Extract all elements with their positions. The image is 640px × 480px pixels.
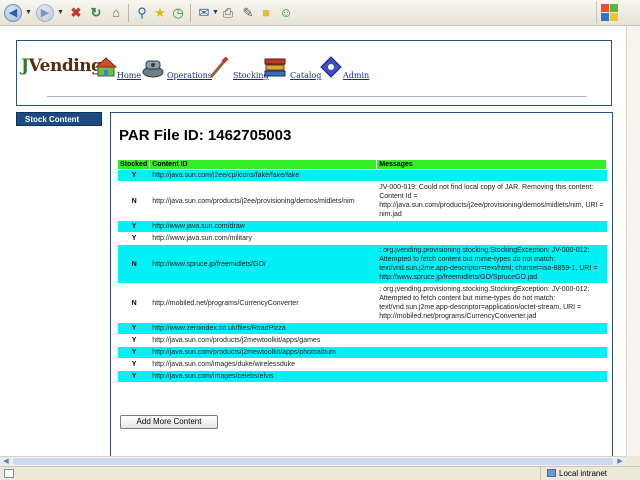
table-row: Y http://www.java.sun.com/military <box>118 233 607 244</box>
message-cell <box>377 347 607 358</box>
scroll-right-icon[interactable]: ▶ <box>614 457 626 466</box>
page-viewport: JVending Home Operations Stocking Catalo… <box>0 26 626 456</box>
horizontal-scrollbar[interactable]: ◀ ▶ <box>0 456 626 466</box>
mail-icon[interactable]: ✉ <box>194 3 214 23</box>
stocked-cell: N <box>118 245 151 283</box>
table-row: Y http://java.sun.com/images/duke/wirele… <box>118 359 607 370</box>
stocked-cell: N <box>131 299 137 307</box>
table-row: Y http://www.java.sun.com/draw <box>118 221 607 232</box>
table-row: N http://java.sun.com/products/j2ee/prov… <box>118 182 607 220</box>
site-header: JVending Home Operations Stocking Catalo… <box>16 40 612 106</box>
home-icon <box>95 57 118 77</box>
admin-icon <box>320 56 342 78</box>
table-row: Y http://java.sun.com/images/celebs/elvi… <box>118 371 607 382</box>
print-icon[interactable]: ⎙ <box>218 3 238 23</box>
stocking-icon <box>209 56 229 78</box>
content-id-cell: http://www.java.sun.com/draw <box>150 221 378 232</box>
content-id-cell: http://java.sun.com/j2ee/cp/icons/fake/f… <box>150 170 378 181</box>
table-row: N http://www.spruce.jp/freemidlets/GO/ :… <box>118 245 607 283</box>
back-icon[interactable]: ◀ <box>4 4 22 22</box>
back-dropdown-icon[interactable]: ▼ <box>25 9 32 16</box>
jvending-logo: JVending <box>21 56 103 76</box>
stocked-cell: Y <box>118 347 151 358</box>
stocked-cell: N <box>131 197 137 205</box>
table-row: Y http://www.zeroindex.co.uk/files/RoadP… <box>118 323 607 334</box>
toolbar-separator <box>128 4 129 22</box>
edit-icon[interactable]: ✎ <box>238 3 258 23</box>
windows-logo-icon <box>596 1 618 23</box>
table-header-row: Stocked Content ID Messages <box>118 160 607 169</box>
messenger-icon[interactable]: ☺ <box>276 3 296 23</box>
nav-link-catalog[interactable]: Catalog <box>290 71 321 80</box>
forward-icon[interactable]: ▶ <box>36 4 54 22</box>
scroll-left-icon[interactable]: ◀ <box>0 457 12 466</box>
sidebar-item-stock-content[interactable]: Stock Content <box>16 112 102 126</box>
stocked-cell: Y <box>118 170 151 181</box>
content-id-cell: http://java.sun.com/images/celebs/elvis <box>150 371 378 382</box>
stocked-cell: Y <box>118 371 151 382</box>
stocked-cell: Y <box>131 235 137 242</box>
history-icon[interactable]: ◷ <box>168 3 188 23</box>
page-title: PAR File ID: 1462705003 <box>119 127 292 144</box>
content-id-cell: http://java.sun.com/products/j2mewtoolki… <box>152 337 321 344</box>
refresh-icon[interactable]: ↻ <box>86 3 106 23</box>
message-cell <box>377 371 607 382</box>
operations-icon <box>142 60 164 78</box>
search-icon[interactable]: ⚲ <box>132 3 152 23</box>
table-row: Y http://java.sun.com/products/j2mewtool… <box>118 347 607 358</box>
home-icon[interactable]: ⌂ <box>106 3 126 23</box>
forward-dropdown-icon[interactable]: ▼ <box>57 9 64 16</box>
content-id-cell: http://java.sun.com/products/j2ee/provis… <box>152 197 355 205</box>
discuss-icon[interactable]: ■ <box>256 3 276 23</box>
stop-icon[interactable]: ✖ <box>66 3 86 23</box>
column-header-stocked: Stocked <box>118 160 151 169</box>
toolbar-separator <box>190 4 191 22</box>
message-cell <box>377 221 607 232</box>
table-row: Y http://java.sun.com/products/j2mewtool… <box>118 335 607 346</box>
page-status-icon <box>4 469 14 478</box>
table-row: N http://mobiled.net/programs/CurrencyCo… <box>118 284 607 322</box>
stocked-cell: Y <box>118 221 151 232</box>
message-cell <box>377 359 607 370</box>
scrollbar-corner <box>626 456 640 466</box>
vertical-scrollbar[interactable] <box>626 26 640 456</box>
content-id-cell: http://www.spruce.jp/freemidlets/GO/ <box>150 245 378 283</box>
stocked-cell: Y <box>131 361 137 368</box>
column-header-messages: Messages <box>377 160 607 169</box>
message-cell <box>377 323 607 334</box>
browser-toolbar: ◀ ▼ ▶ ▼ ✖ ↻ ⌂ ⚲ ★ ◷ ✉ ▼ ⎙ ✎ ■ ☺ <box>0 0 640 26</box>
content-id-cell: http://www.zeroindex.co.uk/files/RoadPiz… <box>150 323 378 334</box>
scrollbar-thumb[interactable] <box>13 458 613 465</box>
security-zone: Local intranet <box>540 467 607 480</box>
status-bar: Local intranet <box>0 466 640 480</box>
content-id-cell: http://www.java.sun.com/military <box>152 235 252 242</box>
add-more-content-button[interactable]: Add More Content <box>120 415 218 429</box>
message-cell <box>377 170 607 181</box>
header-divider <box>47 96 587 97</box>
content-id-cell: http://java.sun.com/images/duke/wireless… <box>152 361 296 368</box>
table-row: Y http://java.sun.com/j2ee/cp/icons/fake… <box>118 170 607 181</box>
message-cell <box>377 233 607 244</box>
content-id-cell: http://java.sun.com/products/j2mewtoolki… <box>150 347 378 358</box>
favorites-icon[interactable]: ★ <box>150 3 170 23</box>
message-cell: : org.jvending.provisioning.stocking.Sto… <box>377 245 607 283</box>
message-cell: JV-000-019: Could not find local copy of… <box>379 184 604 218</box>
nav-link-admin[interactable]: Admin <box>343 71 369 80</box>
intranet-zone-icon <box>547 469 556 477</box>
message-cell <box>377 335 607 346</box>
nav-link-home[interactable]: Home <box>117 71 141 80</box>
column-header-content-id: Content ID <box>150 160 378 169</box>
stocked-cell: Y <box>131 337 137 344</box>
message-cell: : org.jvending.provisioning.stocking.Sto… <box>379 286 590 320</box>
catalog-icon <box>264 58 286 77</box>
content-table: Stocked Content ID Messages Y http://jav… <box>118 159 607 383</box>
stocked-cell: Y <box>118 323 151 334</box>
nav-link-operations[interactable]: Operations <box>167 71 212 80</box>
content-id-cell: http://mobiled.net/programs/CurrencyConv… <box>152 299 299 307</box>
main-content: PAR File ID: 1462705003 Stocked Content … <box>110 112 613 456</box>
